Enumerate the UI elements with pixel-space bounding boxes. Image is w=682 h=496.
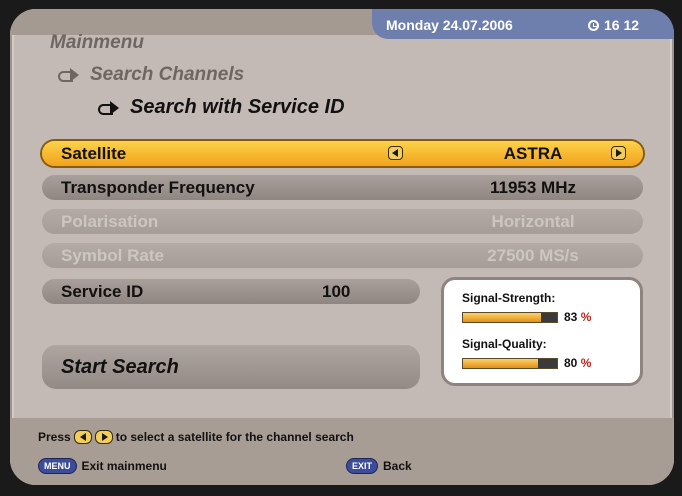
service-id-row[interactable]: Service ID 100 (42, 279, 420, 304)
date-label: Monday 24.07.2006 (386, 17, 513, 33)
polarisation-row: Polarisation Horizontal (42, 209, 643, 234)
signal-quality-fill (463, 359, 539, 368)
signal-box: Signal-Strength: 83 % Signal-Quality: 80… (441, 277, 643, 386)
signal-strength-bar (462, 312, 558, 323)
start-search-label: Start Search (61, 356, 179, 378)
satellite-row[interactable]: Satellite ASTRA (42, 141, 643, 166)
arrow-right-icon (58, 68, 80, 82)
hint-press: Press (38, 430, 71, 444)
satellite-value: ASTRA (503, 144, 563, 163)
satellite-label: Satellite (61, 144, 127, 163)
polarisation-label: Polarisation (61, 212, 159, 231)
symbol-rate-row: Symbol Rate 27500 MS/s (42, 243, 643, 268)
page-title: Search with Service ID (98, 96, 345, 119)
percent-unit: % (580, 310, 592, 324)
arrow-right-key-icon (94, 430, 113, 444)
exit-key-label: Back (383, 459, 412, 473)
arrow-right-button-icon[interactable] (611, 146, 626, 160)
breadcrumb-search-channels: Search Channels (58, 64, 244, 86)
breadcrumb-mainmenu: Mainmenu (50, 32, 144, 53)
signal-quality-percent: 80 % (564, 356, 591, 370)
exit-key-icon[interactable]: EXIT (346, 458, 379, 474)
start-search-button[interactable]: Start Search (42, 345, 420, 389)
signal-strength-fill (463, 313, 542, 322)
time-label: 16 12 (604, 17, 640, 33)
arrow-left-button-icon[interactable] (388, 146, 403, 160)
help-hint: Press to select a satellite for the chan… (38, 430, 354, 444)
signal-quality-bar (462, 358, 558, 369)
bottom-band (10, 418, 674, 485)
clock-icon (588, 19, 599, 31)
signal-strength-label: Signal-Strength: (462, 291, 556, 305)
exit-key-hint[interactable]: EXIT Back (346, 458, 412, 474)
menu-key-icon[interactable]: MENU (38, 458, 77, 474)
page-title-label: Search with Service ID (130, 96, 345, 118)
percent-unit: % (580, 356, 592, 370)
menu-key-label: Exit mainmenu (81, 459, 167, 473)
signal-strength-value: 83 (564, 310, 578, 324)
transponder-value: 11953 MHz (490, 178, 576, 197)
transponder-label: Transponder Frequency (61, 178, 255, 197)
transponder-frequency-row[interactable]: Transponder Frequency 11953 MHz (42, 175, 643, 200)
symbol-rate-value: 27500 MS/s (487, 246, 579, 265)
signal-quality-label: Signal-Quality: (462, 337, 547, 351)
symbol-rate-label: Symbol Rate (61, 246, 164, 265)
osd-screen: Monday 24.07.2006 16 12 Mainmenu Search … (0, 0, 682, 496)
arrow-right-icon (98, 100, 120, 115)
breadcrumb-level2-label: Search Channels (90, 64, 245, 85)
signal-strength-percent: 83 % (564, 310, 591, 324)
service-id-value: 100 (322, 282, 351, 301)
date-time-bar: Monday 24.07.2006 16 12 (372, 9, 674, 39)
signal-quality-value: 80 (564, 356, 578, 370)
arrow-left-key-icon (73, 430, 92, 444)
service-id-label: Service ID (61, 282, 144, 301)
hint-text: to select a satellite for the channel se… (115, 430, 354, 444)
polarisation-value: Horizontal (491, 212, 575, 231)
clock: 16 12 (588, 17, 639, 33)
menu-key-hint[interactable]: MENU Exit mainmenu (38, 458, 167, 474)
